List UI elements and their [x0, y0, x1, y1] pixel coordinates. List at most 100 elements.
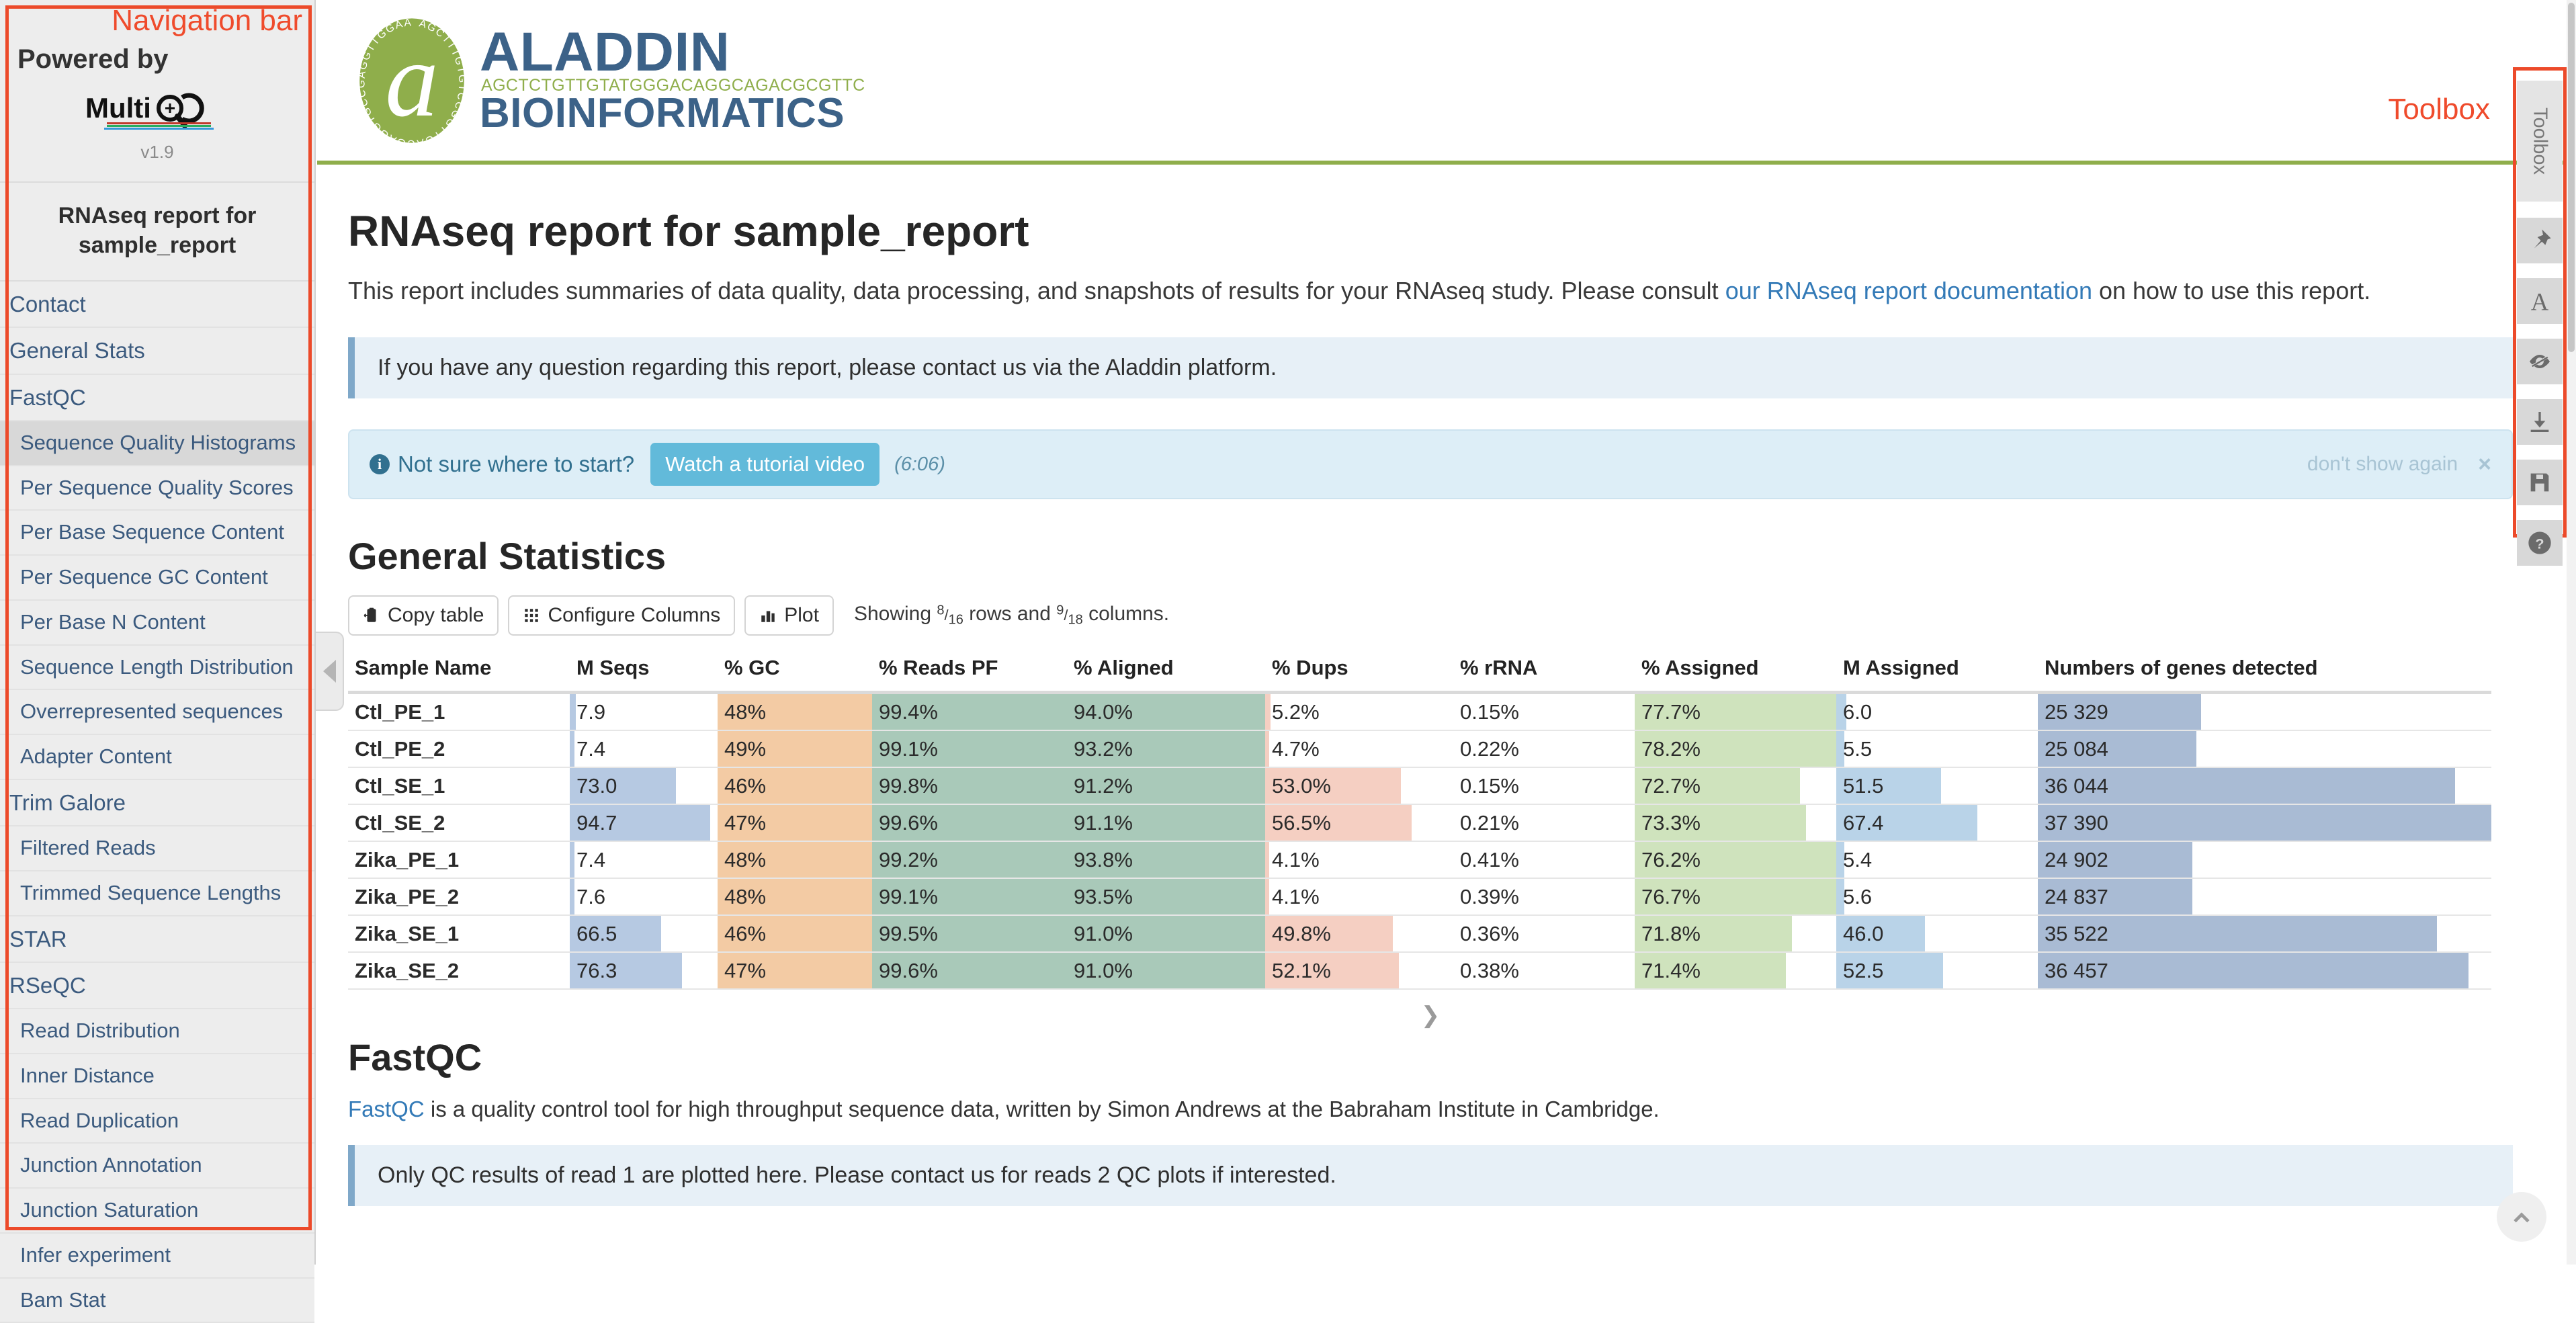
sidebar-item-junction-saturation[interactable]: Junction Saturation: [0, 1189, 314, 1234]
plot-button[interactable]: Plot: [744, 595, 834, 636]
data-cell: 0.38%: [1453, 952, 1635, 990]
svg-text:A: A: [2531, 288, 2549, 314]
data-cell: 4.7%: [1265, 730, 1453, 769]
sidebar-item-star[interactable]: STAR: [0, 916, 314, 963]
sidebar-item-adapter-content[interactable]: Adapter Content: [0, 735, 314, 780]
page-scrollbar-thumb[interactable]: [2568, 3, 2575, 352]
data-cell: 36 044: [2038, 767, 2491, 806]
data-cell: 24 837: [2038, 878, 2491, 916]
data-cell: 94.0%: [1067, 692, 1265, 732]
watch-tutorial-video-button[interactable]: Watch a tutorial video: [650, 443, 880, 486]
pin-icon[interactable]: [2517, 218, 2563, 263]
sidebar-item-bam-stat[interactable]: Bam Stat: [0, 1278, 314, 1323]
column-header--rrna[interactable]: % rRNA: [1453, 648, 1635, 695]
sidebar-item-trimmed-sequence-lengths[interactable]: Trimmed Sequence Lengths: [0, 871, 314, 916]
expand-table-caret[interactable]: ❯: [348, 1002, 2513, 1029]
sidebar-item-per-sequence-gc-content[interactable]: Per Sequence GC Content: [0, 556, 314, 601]
toolbox-rail: Toolbox A ?: [2517, 81, 2563, 581]
cell-value: 24 837: [2045, 885, 2108, 909]
fastqc-link[interactable]: FastQC: [348, 1097, 425, 1121]
table-row: Ctl_SE_1 73.0 46% 99.8% 91.2% 53.0% 0.15% 72.7%…: [348, 767, 2491, 806]
rows-numerator: 8: [937, 603, 945, 619]
close-icon[interactable]: ×: [2478, 452, 2491, 478]
brand-secondary: BIOINFORMATICS: [480, 89, 845, 136]
sidebar-item-general-stats[interactable]: General Stats: [0, 328, 314, 375]
column-header--gc[interactable]: % GC: [718, 648, 872, 695]
data-cell: 73.3%: [1635, 804, 1836, 843]
sidebar-item-overrepresented-sequences[interactable]: Overrepresented sequences: [0, 690, 314, 736]
data-cell: 99.5%: [872, 915, 1067, 953]
configure-columns-button[interactable]: Configure Columns: [508, 595, 736, 636]
table-row: Ctl_SE_2 94.7 47% 99.6% 91.1% 56.5% 0.21% 73.3%…: [348, 804, 2491, 843]
cell-value: 99.5%: [879, 922, 938, 946]
sidebar-item-infer-experiment[interactable]: Infer experiment: [0, 1233, 314, 1279]
data-cell: 0.22%: [1453, 730, 1635, 769]
data-cell: 99.2%: [872, 841, 1067, 880]
data-cell: 72.7%: [1635, 767, 1836, 806]
column-header--reads-pf[interactable]: % Reads PF: [872, 648, 1067, 695]
sidebar-item-sequence-length-distribution[interactable]: Sequence Length Distribution: [0, 645, 314, 691]
copy-table-button[interactable]: Copy table: [348, 595, 499, 636]
sidebar-item-per-base-n-content[interactable]: Per Base N Content: [0, 600, 314, 646]
table-row: Zika_SE_2 76.3 47% 99.6% 91.0% 52.1% 0.38% 71.4…: [348, 952, 2491, 990]
column-header--aligned[interactable]: % Aligned: [1067, 648, 1265, 695]
rename-icon[interactable]: A: [2517, 278, 2563, 324]
data-cell: 76.3: [570, 952, 718, 990]
documentation-link[interactable]: our RNAseq report documentation: [1725, 277, 2092, 304]
sidebar-item-per-base-sequence-content[interactable]: Per Base Sequence Content: [0, 511, 314, 556]
sidebar-item-per-sequence-quality-scores[interactable]: Per Sequence Quality Scores: [0, 466, 314, 511]
fastqc-description: FastQC is a quality control tool for hig…: [348, 1097, 2513, 1122]
sidebar-item-fastqc[interactable]: FastQC: [0, 374, 314, 421]
cell-value: 5.4: [1843, 848, 1873, 872]
column-header--dups[interactable]: % Dups: [1265, 648, 1453, 695]
sidebar-collapse-handle[interactable]: [316, 632, 344, 711]
sidebar-item-inner-distance[interactable]: Inner Distance: [0, 1054, 314, 1099]
column-header--assigned[interactable]: % Assigned: [1635, 648, 1836, 695]
download-icon[interactable]: [2517, 399, 2563, 445]
sidebar-item-contact[interactable]: Contact: [0, 282, 314, 329]
cell-value: 46%: [724, 922, 767, 946]
cell-value: 35 522: [2045, 922, 2108, 946]
dont-show-again-link[interactable]: don't show again: [2307, 453, 2458, 476]
navigation-bar-annotation-label: Navigation bar: [112, 4, 302, 37]
report-intro: This report includes summaries of data q…: [348, 273, 2451, 308]
data-cell: 94.7: [570, 804, 718, 843]
save-icon[interactable]: [2517, 460, 2563, 505]
svg-text:Multi: Multi: [85, 92, 151, 124]
sidebar-item-sequence-quality-histograms[interactable]: Sequence Quality Histograms: [0, 421, 314, 466]
hide-icon[interactable]: [2517, 339, 2563, 384]
cols-denominator: 18: [1068, 612, 1083, 628]
sidebar-item-junction-annotation[interactable]: Junction Annotation: [0, 1144, 314, 1189]
cell-value: 53.0%: [1272, 774, 1331, 798]
cell-value: 6.0: [1843, 700, 1873, 724]
help-icon[interactable]: ?: [2517, 520, 2563, 566]
sample-name-cell: Zika_PE_1: [348, 841, 570, 880]
page-scrollbar-track[interactable]: [2567, 0, 2576, 1265]
column-header-sample-name[interactable]: Sample Name: [348, 648, 570, 695]
sidebar-item-trim-galore[interactable]: Trim Galore: [0, 779, 314, 827]
column-header-m-seqs[interactable]: M Seqs: [570, 648, 718, 695]
cell-value: 5.2%: [1272, 700, 1320, 724]
sidebar-item-read-distribution[interactable]: Read Distribution: [0, 1009, 314, 1054]
data-cell: 5.6: [1836, 878, 2038, 916]
cell-value: 66.5: [576, 922, 617, 946]
rows-denominator: 16: [948, 612, 963, 628]
data-cell: 5.5: [1836, 730, 2038, 769]
column-header-m-assigned[interactable]: M Assigned: [1836, 648, 2038, 695]
table-row: Zika_PE_2 7.6 48% 99.1% 93.5% 4.1% 0.39% 76.7% 5…: [348, 878, 2491, 916]
data-cell: 4.1%: [1265, 841, 1453, 880]
toolbox-tab[interactable]: Toolbox: [2517, 81, 2563, 202]
data-cell: 0.36%: [1453, 915, 1635, 953]
data-cell: 91.0%: [1067, 915, 1265, 953]
intro-text-before: This report includes summaries of data q…: [348, 277, 1725, 304]
scroll-to-top-button[interactable]: [2497, 1192, 2546, 1242]
navigation-sidebar: Powered by Multi v1.9 RNAseq report for …: [0, 0, 316, 1323]
sidebar-item-read-duplication[interactable]: Read Duplication: [0, 1099, 314, 1144]
cell-value: 71.8%: [1641, 922, 1701, 946]
sidebar-item-filtered-reads[interactable]: Filtered Reads: [0, 826, 314, 871]
sidebar-item-rseqc[interactable]: RSeQC: [0, 962, 314, 1010]
cell-value: 52.5: [1843, 959, 1884, 983]
cell-value: 0.15%: [1460, 700, 1519, 724]
column-header-numbers-of-genes-detected[interactable]: Numbers of genes detected: [2038, 648, 2491, 695]
data-cell: 99.6%: [872, 804, 1067, 843]
